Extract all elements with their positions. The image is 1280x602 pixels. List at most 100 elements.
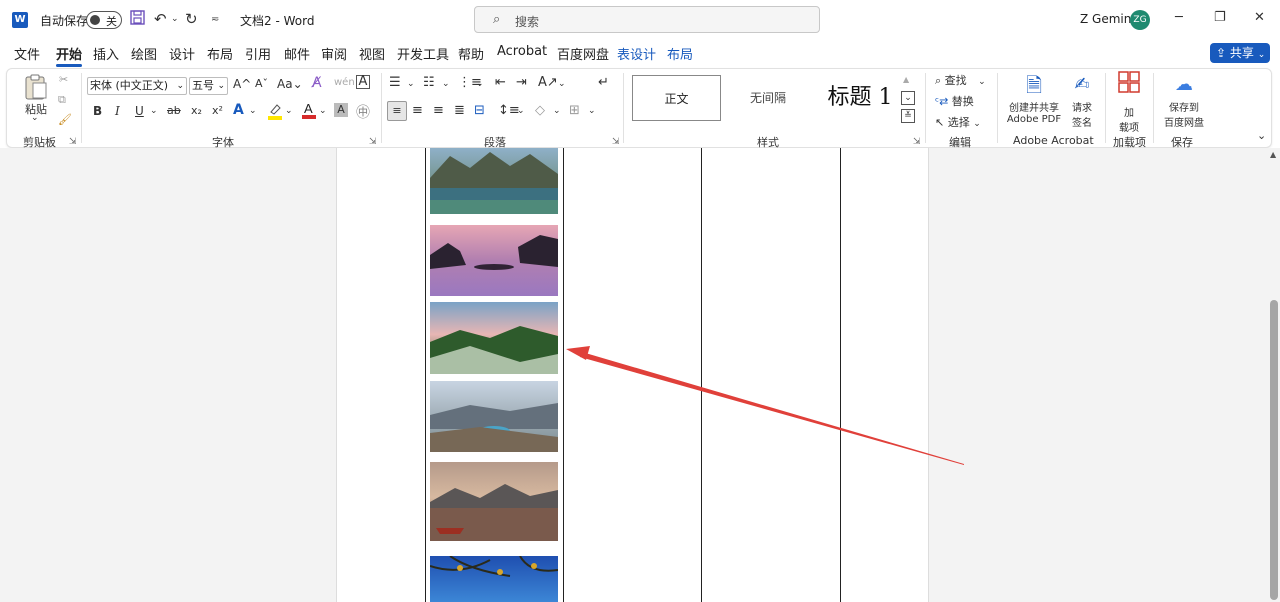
flower-meadow-image[interactable] bbox=[430, 302, 558, 374]
undo-dropdown-icon[interactable]: ⌄ bbox=[171, 14, 179, 24]
chevron-down-icon[interactable]: ⌄ bbox=[249, 106, 257, 116]
align-left-icon[interactable]: ≡ bbox=[387, 101, 407, 121]
chevron-down-icon[interactable]: ⌄ bbox=[407, 79, 415, 89]
chevron-down-icon[interactable]: ⌄ bbox=[553, 106, 561, 116]
chevron-down-icon[interactable]: ⌄ bbox=[517, 106, 525, 116]
tab-baidu-netdisk[interactable]: 百度网盘 bbox=[557, 44, 609, 63]
chevron-down-icon[interactable]: ⌄ bbox=[285, 106, 293, 116]
change-case-icon[interactable]: Aa⌄ bbox=[277, 77, 303, 91]
restore-icon[interactable]: ❐ bbox=[1214, 10, 1226, 25]
clipboard-launcher-icon[interactable]: ⇲ bbox=[69, 137, 77, 147]
italic-icon[interactable]: I bbox=[115, 104, 120, 118]
font-color-icon[interactable]: A bbox=[301, 101, 317, 122]
dusk-lake-boat-image[interactable] bbox=[430, 462, 558, 541]
styles-scroll-down-icon[interactable]: ⌄ bbox=[901, 91, 915, 105]
highlight-icon[interactable] bbox=[267, 102, 283, 123]
replace-button[interactable]: ᶜ⇄ 替换 bbox=[935, 93, 974, 109]
character-shading-icon[interactable]: A bbox=[334, 103, 348, 117]
style-no-spacing[interactable]: 无间隔 bbox=[723, 75, 813, 125]
asian-layout-icon[interactable]: A↗ bbox=[538, 75, 558, 90]
align-right-icon[interactable]: ≡ bbox=[433, 103, 444, 118]
undo-icon[interactable]: ↶ bbox=[154, 10, 167, 28]
copy-icon[interactable]: ⧉ bbox=[58, 93, 66, 107]
align-center-icon[interactable]: ≡ bbox=[412, 103, 423, 118]
tab-developer[interactable]: 开发工具 bbox=[397, 44, 449, 63]
styles-launcher-icon[interactable]: ⇲ bbox=[913, 137, 921, 147]
tab-design[interactable]: 设计 bbox=[169, 44, 195, 63]
tab-table-layout[interactable]: 布局 bbox=[667, 44, 693, 63]
font-size-combo[interactable]: 五号 ⌄ bbox=[189, 77, 228, 95]
tab-references[interactable]: 引用 bbox=[245, 44, 271, 63]
vertical-scrollbar[interactable]: ▲ bbox=[1268, 148, 1280, 602]
addins-button[interactable]: 加 载项 bbox=[1113, 71, 1145, 134]
tab-file[interactable]: 文件 bbox=[14, 44, 40, 63]
paste-dropdown-icon[interactable]: ⌄ bbox=[31, 113, 39, 123]
font-launcher-icon[interactable]: ⇲ bbox=[369, 137, 377, 147]
minimize-icon[interactable]: ─ bbox=[1175, 10, 1183, 25]
character-border-icon[interactable]: A bbox=[356, 75, 370, 89]
shading-icon[interactable]: ◇ bbox=[535, 103, 545, 118]
style-heading-1[interactable]: 标题 1 bbox=[813, 75, 907, 125]
tab-draw[interactable]: 绘图 bbox=[131, 44, 157, 63]
autosave-toggle[interactable]: 关 bbox=[86, 11, 122, 29]
save-icon[interactable] bbox=[130, 10, 145, 29]
chevron-down-icon[interactable]: ⌄ bbox=[588, 106, 596, 116]
phonetic-guide-icon[interactable]: wén bbox=[334, 77, 355, 88]
grow-font-icon[interactable]: A^ bbox=[233, 77, 251, 91]
collapse-ribbon-icon[interactable]: ⌄ bbox=[1257, 129, 1266, 142]
create-share-pdf-button[interactable]: 🗎 创建并共享 Adobe PDF bbox=[1005, 71, 1063, 125]
tab-acrobat[interactable]: Acrobat bbox=[497, 44, 547, 59]
text-effects-icon[interactable]: A bbox=[233, 102, 244, 118]
styles-more-icon[interactable]: ≚ bbox=[901, 109, 915, 123]
decrease-indent-icon[interactable]: ⇤ bbox=[495, 75, 506, 90]
font-name-combo[interactable]: 宋体 (中文正文) ⌄ bbox=[87, 77, 187, 95]
avatar[interactable]: ZG bbox=[1130, 10, 1150, 30]
paste-icon[interactable] bbox=[21, 73, 49, 104]
show-paragraph-marks-icon[interactable]: ↵ bbox=[598, 75, 609, 90]
select-button[interactable]: ↖ 选择 ⌄ bbox=[935, 114, 981, 130]
mountain-lake-image[interactable] bbox=[430, 148, 558, 214]
subscript-icon[interactable]: x₂ bbox=[191, 104, 202, 117]
paragraph-launcher-icon[interactable]: ⇲ bbox=[612, 137, 620, 147]
bullets-icon[interactable]: ☰ bbox=[389, 75, 401, 90]
tab-help[interactable]: 帮助 bbox=[458, 44, 484, 63]
tab-mailings[interactable]: 邮件 bbox=[284, 44, 310, 63]
user-name[interactable]: Z Gemini bbox=[1080, 12, 1135, 26]
tab-review[interactable]: 审阅 bbox=[321, 44, 347, 63]
tab-home[interactable]: 开始 bbox=[56, 44, 83, 67]
share-button[interactable]: ⇪ 共享 ⌄ bbox=[1210, 43, 1270, 63]
chevron-down-icon[interactable]: ⌄ bbox=[558, 79, 566, 89]
style-normal[interactable]: 正文 bbox=[632, 75, 721, 121]
justify-icon[interactable]: ≣ bbox=[454, 103, 465, 118]
tab-insert[interactable]: 插入 bbox=[93, 44, 119, 63]
format-painter-icon[interactable]: 🖌 bbox=[58, 113, 72, 126]
save-to-baidu-button[interactable]: ☁ 保存到 百度网盘 bbox=[1159, 71, 1209, 129]
scroll-up-icon[interactable]: ▲ bbox=[1270, 150, 1276, 159]
chevron-down-icon[interactable]: ⌄ bbox=[319, 106, 327, 116]
blue-sky-branches-image[interactable] bbox=[430, 556, 558, 602]
underline-icon[interactable]: U bbox=[135, 104, 144, 118]
cut-icon[interactable]: ✂ bbox=[59, 73, 68, 86]
shrink-font-icon[interactable]: Aˇ bbox=[255, 77, 268, 90]
numbering-icon[interactable]: ☷ bbox=[423, 75, 435, 90]
distributed-icon[interactable]: ⊟ bbox=[474, 103, 485, 118]
tab-view[interactable]: 视图 bbox=[359, 44, 385, 63]
increase-indent-icon[interactable]: ⇥ bbox=[516, 75, 527, 90]
search-box[interactable]: ⌕ 搜索 bbox=[474, 6, 820, 33]
purple-sunset-lake-image[interactable] bbox=[430, 225, 558, 296]
borders-icon[interactable]: ⊞ bbox=[569, 103, 580, 118]
redo-icon[interactable]: ↻ bbox=[185, 10, 198, 28]
tab-layout[interactable]: 布局 bbox=[207, 44, 233, 63]
underline-dropdown-icon[interactable]: ⌄ bbox=[150, 106, 158, 116]
superscript-icon[interactable]: x² bbox=[212, 104, 223, 117]
chevron-down-icon[interactable]: ⌄ bbox=[442, 79, 450, 89]
mountain-river-image[interactable] bbox=[430, 381, 558, 452]
bold-icon[interactable]: B bbox=[93, 104, 102, 118]
styles-scroll-up-icon[interactable]: ▲ bbox=[903, 75, 909, 84]
find-button[interactable]: ⌕ 查找 ⌄ bbox=[935, 72, 986, 88]
close-icon[interactable]: ✕ bbox=[1254, 10, 1265, 25]
enclose-characters-icon[interactable]: ㊥ bbox=[356, 102, 370, 122]
customize-toolbar-icon[interactable]: ≂ bbox=[211, 14, 219, 25]
chevron-down-icon[interactable]: ⌄ bbox=[476, 79, 484, 89]
request-signature-button[interactable]: ✍ 请求 签名 bbox=[1067, 71, 1097, 129]
